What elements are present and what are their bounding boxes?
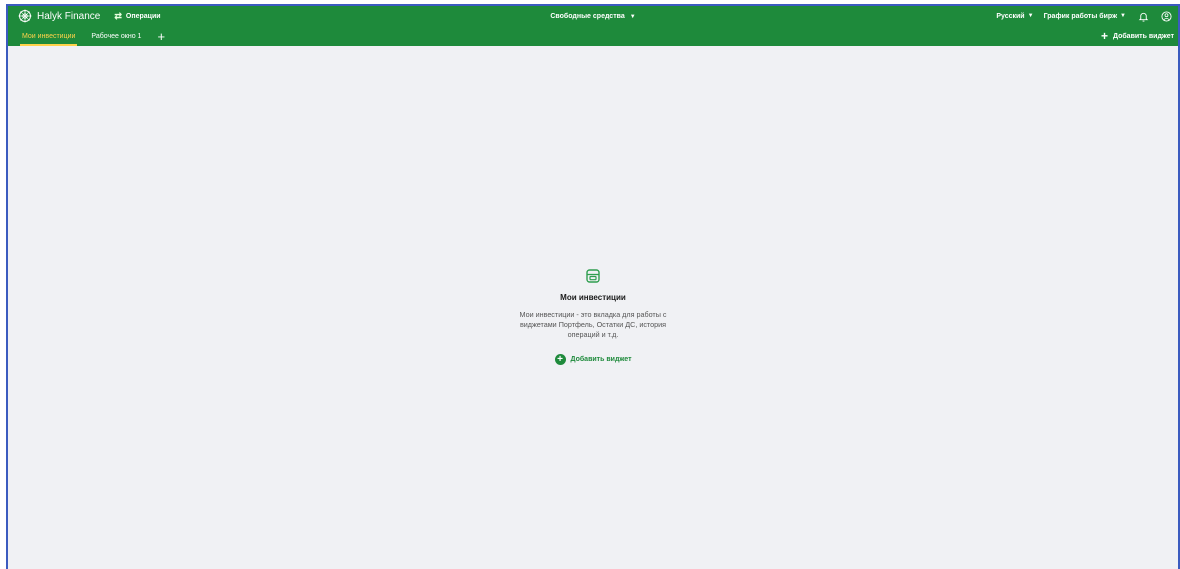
chevron-down-icon: ▼ bbox=[1027, 13, 1034, 19]
empty-state-description: Мои инвестиции - это вкладка для работы … bbox=[519, 310, 667, 339]
brand-logo[interactable]: Halyk Finance bbox=[18, 9, 100, 23]
add-tab-icon[interactable]: + bbox=[157, 30, 165, 43]
halyk-logo-icon bbox=[18, 9, 32, 23]
exchange-schedule-dropdown[interactable]: График работы бирж ▼ bbox=[1044, 13, 1126, 20]
top-navigation-bar: Halyk Finance ⇄ Операции Свободные средс… bbox=[8, 6, 1178, 46]
language-label: Русский bbox=[996, 12, 1025, 20]
tab-my-investments[interactable]: Мои инвестиции bbox=[14, 26, 83, 46]
add-widget-empty-label: Добавить виджет bbox=[570, 356, 632, 363]
chevron-down-icon: ▼ bbox=[629, 13, 636, 20]
exchange-schedule-label: График работы бирж bbox=[1043, 12, 1118, 20]
chevron-down-icon: ▼ bbox=[1120, 13, 1126, 19]
plus-circle-icon: + bbox=[554, 354, 566, 365]
header-right-controls: Русский ▼ График работы бирж ▼ bbox=[986, 10, 1178, 22]
add-widget-label: Добавить виджет bbox=[1113, 32, 1174, 40]
add-widget-button[interactable]: + Добавить виджет bbox=[1101, 30, 1178, 42]
language-dropdown[interactable]: Русский ▼ bbox=[996, 13, 1033, 20]
header-row: Halyk Finance ⇄ Операции Свободные средс… bbox=[8, 6, 1178, 26]
swap-arrows-icon: ⇄ bbox=[114, 10, 122, 21]
operations-label: Операции bbox=[125, 12, 161, 20]
free-funds-dropdown[interactable]: Свободные средства ▼ bbox=[550, 13, 635, 20]
tab-work-window-1[interactable]: Рабочее окно 1 bbox=[83, 26, 149, 46]
plus-icon: + bbox=[1100, 29, 1108, 43]
empty-state: Мои инвестиции Мои инвестиции - это вкла… bbox=[8, 268, 1178, 365]
widget-window-icon bbox=[586, 269, 600, 283]
tabs-row: Мои инвестиции Рабочее окно 1 + + Добави… bbox=[8, 26, 1178, 46]
add-widget-empty-button[interactable]: + Добавить виджет bbox=[554, 354, 632, 365]
user-profile-icon[interactable] bbox=[1161, 10, 1172, 22]
free-funds-label: Свободные средства bbox=[550, 12, 625, 20]
empty-state-title: Мои инвестиции bbox=[560, 293, 626, 302]
bell-icon[interactable] bbox=[1138, 11, 1149, 22]
brand-name: Halyk Finance bbox=[37, 10, 101, 22]
app-window: Halyk Finance ⇄ Операции Свободные средс… bbox=[6, 4, 1180, 569]
operations-button[interactable]: ⇄ Операции bbox=[114, 11, 160, 22]
